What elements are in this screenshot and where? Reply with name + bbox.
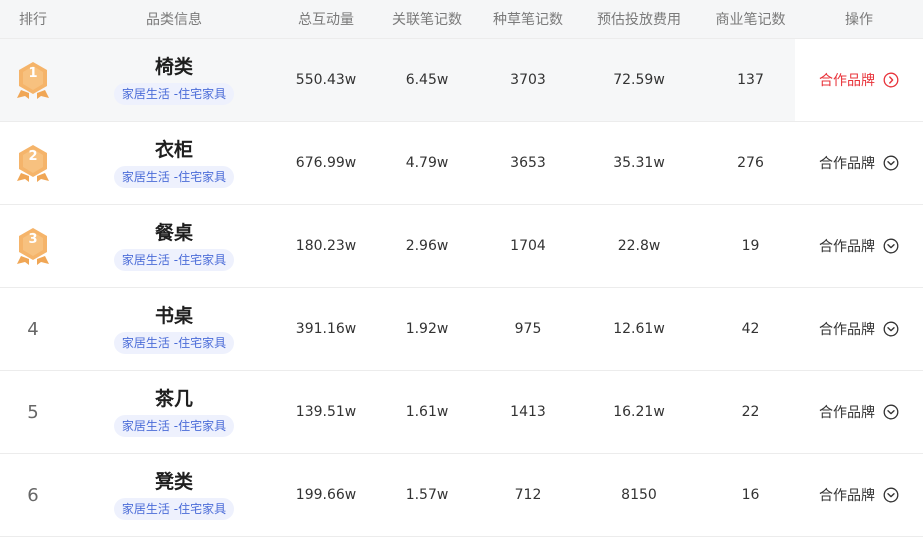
- total-interaction: 550.43w: [295, 72, 357, 88]
- header-total-interaction: 总互动量: [298, 12, 354, 28]
- commercial-notes: 16: [741, 487, 760, 503]
- table-row[interactable]: 6 凳类 家居生活 -住宅家具 199.66w 1.57w 712 8150 1…: [0, 454, 923, 537]
- medal-icon: 2: [16, 143, 50, 183]
- linked-notes: 1.61w: [405, 404, 449, 420]
- total-interaction: 676.99w: [295, 155, 357, 171]
- commercial-notes: 137: [737, 72, 764, 88]
- estimated-cost: 22.8w: [617, 238, 661, 254]
- cooperating-brands-button[interactable]: 合作品牌: [819, 319, 899, 339]
- cooperating-brands-label: 合作品牌: [819, 239, 875, 255]
- estimated-cost: 35.31w: [613, 155, 665, 171]
- table-row[interactable]: 5 茶几 家居生活 -住宅家具 139.51w 1.61w 1413 16.21…: [0, 371, 923, 454]
- table-header: 排行 品类信息 总互动量 关联笔记数 种草笔记数 预估投放费用 商业笔记数 操作: [0, 0, 923, 39]
- seeding-notes: 1413: [510, 404, 546, 420]
- header-linked-notes: 关联笔记数: [392, 12, 462, 28]
- header-commercial-notes: 商业笔记数: [715, 12, 786, 28]
- seeding-notes: 3703: [510, 72, 546, 88]
- cooperating-brands-button[interactable]: 合作品牌: [819, 236, 899, 256]
- category-name: 书桌: [154, 305, 193, 327]
- rank-number: 1: [28, 66, 38, 81]
- medal-icon: 1: [16, 60, 50, 100]
- category-name: 茶几: [154, 388, 193, 410]
- commercial-notes: 22: [741, 404, 760, 420]
- seeding-notes: 3653: [510, 155, 546, 171]
- category-tag: 家居生活 -住宅家具: [113, 498, 235, 520]
- header-seeding-notes: 种草笔记数: [493, 12, 563, 28]
- total-interaction: 391.16w: [295, 321, 357, 337]
- header-category-info: 品类信息: [146, 12, 202, 28]
- chevron-right-circle-icon: [883, 72, 899, 88]
- linked-notes: 1.57w: [405, 487, 449, 503]
- cooperating-brands-button[interactable]: 合作品牌: [819, 402, 899, 422]
- total-interaction: 199.66w: [295, 487, 357, 503]
- table-row[interactable]: 4 书桌 家居生活 -住宅家具 391.16w 1.92w 975 12.61w…: [0, 288, 923, 371]
- category-name: 衣柜: [154, 139, 193, 161]
- estimated-cost: 8150: [621, 487, 657, 503]
- seeding-notes: 975: [514, 321, 542, 337]
- chevron-down-circle-icon: [883, 487, 899, 503]
- cooperating-brands-label: 合作品牌: [819, 488, 875, 504]
- chevron-down-circle-icon: [883, 321, 899, 337]
- cooperating-brands-label: 合作品牌: [819, 73, 875, 89]
- header-action: 操作: [845, 12, 873, 28]
- category-tag: 家居生活 -住宅家具: [113, 83, 235, 105]
- category-tag: 家居生活 -住宅家具: [113, 332, 235, 354]
- seeding-notes: 712: [514, 487, 542, 503]
- cooperating-brands-label: 合作品牌: [819, 405, 875, 421]
- chevron-down-circle-icon: [883, 404, 899, 420]
- table-row[interactable]: 2 衣柜 家居生活 -住宅家具 676.99w 4.79w 3653 35.31…: [0, 122, 923, 205]
- seeding-notes: 1704: [510, 238, 546, 254]
- header-estimated-cost: 预估投放费用: [597, 12, 681, 28]
- rank-number: 6: [27, 484, 39, 506]
- category-tag: 家居生活 -住宅家具: [113, 249, 235, 271]
- rank-number: 2: [28, 149, 38, 164]
- linked-notes: 1.92w: [405, 321, 449, 337]
- cooperating-brands-button[interactable]: 合作品牌: [819, 485, 899, 505]
- rank-number: 3: [28, 232, 38, 247]
- cooperating-brands-label: 合作品牌: [819, 322, 875, 338]
- linked-notes: 2.96w: [405, 238, 449, 254]
- rank-number: 5: [27, 401, 39, 423]
- cooperating-brands-button[interactable]: 合作品牌: [819, 70, 899, 90]
- category-name: 餐桌: [154, 222, 193, 244]
- category-name: 椅类: [154, 56, 193, 78]
- table-row[interactable]: 3 餐桌 家居生活 -住宅家具 180.23w 2.96w 1704 22.8w…: [0, 205, 923, 288]
- category-tag: 家居生活 -住宅家具: [113, 166, 235, 188]
- cooperating-brands-label: 合作品牌: [819, 156, 875, 172]
- total-interaction: 180.23w: [295, 238, 357, 254]
- header-rank: 排行: [19, 12, 47, 28]
- linked-notes: 6.45w: [405, 72, 449, 88]
- table-row[interactable]: 1 椅类 家居生活 -住宅家具 550.43w 6.45w 3703 72.59…: [0, 39, 923, 122]
- estimated-cost: 16.21w: [613, 404, 665, 420]
- cooperating-brands-button[interactable]: 合作品牌: [819, 153, 899, 173]
- chevron-down-circle-icon: [883, 238, 899, 254]
- chevron-down-circle-icon: [883, 155, 899, 171]
- estimated-cost: 72.59w: [613, 72, 665, 88]
- medal-icon: 3: [16, 226, 50, 266]
- category-name: 凳类: [154, 471, 193, 493]
- commercial-notes: 42: [741, 321, 760, 337]
- estimated-cost: 12.61w: [613, 321, 665, 337]
- commercial-notes: 19: [741, 238, 760, 254]
- linked-notes: 4.79w: [405, 155, 449, 171]
- category-ranking-table: 排行 品类信息 总互动量 关联笔记数 种草笔记数 预估投放费用 商业笔记数 操作…: [0, 0, 923, 537]
- commercial-notes: 276: [737, 155, 764, 171]
- category-tag: 家居生活 -住宅家具: [113, 415, 235, 437]
- total-interaction: 139.51w: [295, 404, 357, 420]
- rank-number: 4: [27, 318, 39, 340]
